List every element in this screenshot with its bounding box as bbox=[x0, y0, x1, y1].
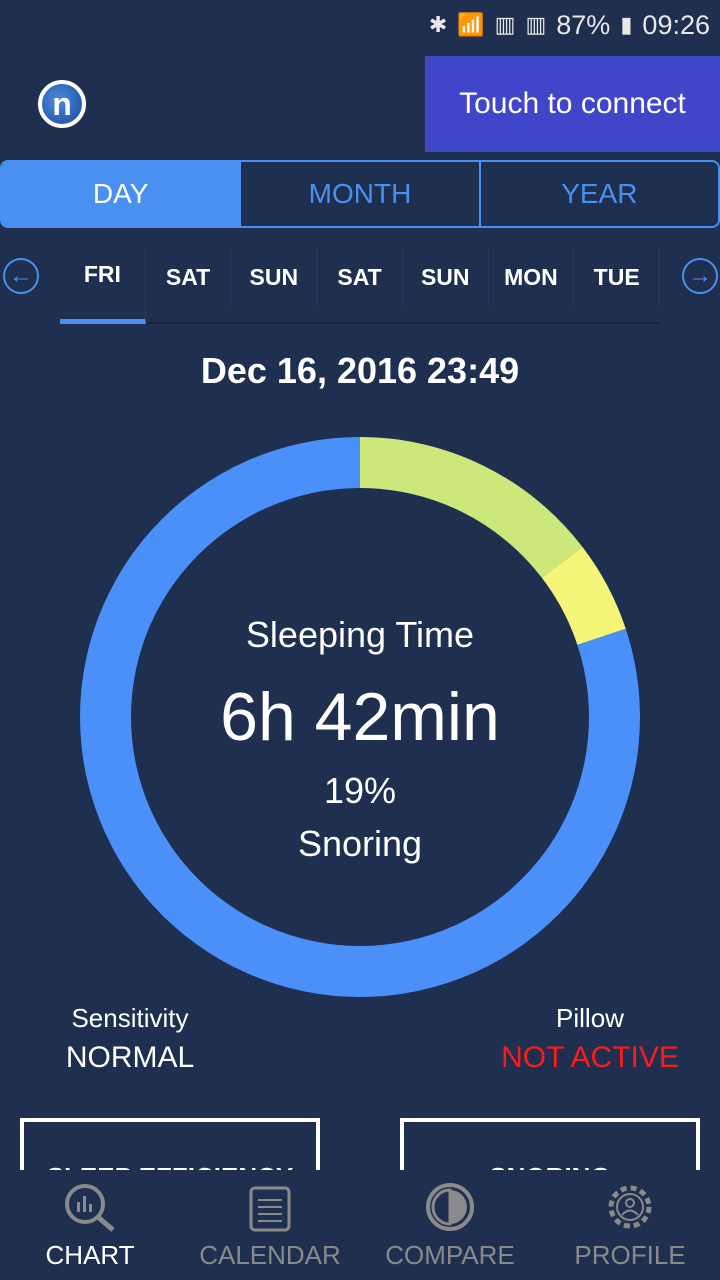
sleeping-duration: 6h 42min bbox=[220, 679, 500, 755]
snoring-card[interactable]: SNORING bbox=[400, 1118, 700, 1170]
day-tab[interactable]: SAT bbox=[146, 248, 232, 306]
sim1-icon: ▥ bbox=[494, 12, 516, 37]
app-logo: n bbox=[38, 80, 86, 128]
profile-gear-icon bbox=[608, 1185, 652, 1229]
tab-year[interactable]: YEAR bbox=[481, 162, 718, 226]
calendar-icon bbox=[249, 1186, 291, 1232]
nav-label: PROFILE bbox=[574, 1240, 686, 1270]
day-tab[interactable]: SUN bbox=[403, 248, 489, 306]
tab-month[interactable]: MONTH bbox=[241, 162, 481, 226]
nav-label: CALENDAR bbox=[199, 1240, 341, 1270]
battery-percent: 87% bbox=[556, 9, 611, 40]
battery-icon: ▮ bbox=[620, 12, 633, 37]
nav-compare[interactable]: COMPARE bbox=[360, 1170, 540, 1280]
nav-calendar[interactable]: CALENDAR bbox=[180, 1170, 360, 1280]
nav-label: COMPARE bbox=[385, 1240, 515, 1270]
arrow-left-icon[interactable]: ← bbox=[3, 258, 39, 294]
sensitivity-value: NORMAL bbox=[65, 1041, 195, 1074]
status-bar: ✱ 📶 ▥ ▥ 87% ▮ 09:26 bbox=[429, 0, 710, 50]
bottom-nav: CHART CALENDAR COMPARE PROFILE bbox=[0, 1170, 720, 1280]
day-selector: ← FRI SAT SUN SAT SUN MON TUE → bbox=[0, 248, 720, 324]
card-title: SNORING bbox=[404, 1162, 696, 1170]
day-tab[interactable]: MON bbox=[489, 248, 575, 306]
snoring-label: Snoring bbox=[297, 823, 423, 864]
nav-chart[interactable]: CHART bbox=[0, 1170, 180, 1280]
wifi-icon: 📶 bbox=[457, 12, 485, 37]
donut-segment-0 bbox=[360, 437, 583, 578]
record-date: Dec 16, 2016 23:49 bbox=[200, 350, 520, 391]
sleeping-time-label: Sleeping Time bbox=[245, 614, 475, 655]
arrow-right-icon[interactable]: → bbox=[682, 258, 718, 294]
card-title: SLEEP EFFICIENCY bbox=[24, 1162, 316, 1170]
period-tabs: DAY MONTH YEAR bbox=[0, 160, 720, 228]
day-tab[interactable]: TUE bbox=[574, 248, 661, 306]
pillow-label: Pillow bbox=[556, 1003, 624, 1033]
sleep-efficiency-card[interactable]: SLEEP EFFICIENCY bbox=[20, 1118, 320, 1170]
nav-profile[interactable]: PROFILE bbox=[540, 1170, 720, 1280]
day-tab[interactable]: SUN bbox=[231, 248, 318, 306]
snoring-percent: 19% bbox=[323, 770, 397, 811]
nav-label: CHART bbox=[45, 1240, 135, 1270]
day-tab[interactable]: FRI bbox=[60, 248, 146, 324]
sensitivity-label: Sensitivity bbox=[71, 1003, 189, 1033]
touch-to-connect-button[interactable]: Touch to connect bbox=[425, 56, 720, 152]
day-tab[interactable]: SAT bbox=[317, 248, 403, 306]
chart-search-icon bbox=[65, 1184, 115, 1232]
compare-icon bbox=[426, 1183, 474, 1231]
tab-day[interactable]: DAY bbox=[2, 162, 242, 226]
pillow-status: NOT ACTIVE bbox=[501, 1041, 679, 1074]
bluetooth-icon: ✱ bbox=[428, 12, 448, 37]
clock: 09:26 bbox=[642, 9, 710, 40]
sim2-icon: ▥ bbox=[525, 12, 547, 37]
